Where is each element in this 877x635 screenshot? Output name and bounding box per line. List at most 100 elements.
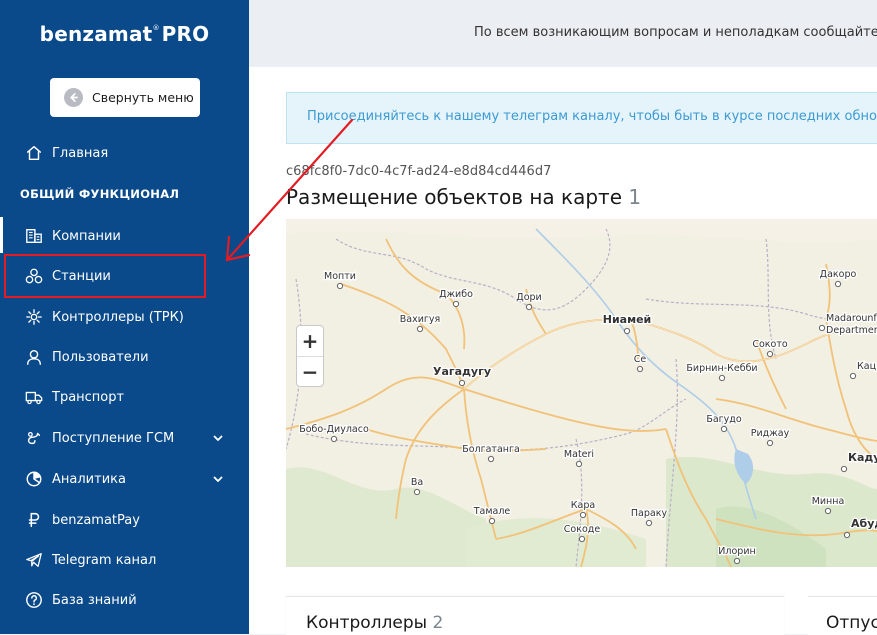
map-place-dot	[818, 324, 826, 332]
map-place-dot	[488, 517, 496, 525]
sidebar-item-label: Пользователи	[52, 349, 149, 365]
map-place-label: Минна	[812, 496, 845, 507]
controllers-title-text: Контроллеры	[306, 613, 428, 633]
map-place-label: Materi	[564, 449, 594, 460]
map-place-dot	[458, 379, 466, 387]
collapse-menu-button[interactable]: Свернуть меню	[50, 78, 200, 117]
sidebar-item-label: Транспорт	[52, 389, 125, 405]
map-place-label: Каду	[848, 451, 877, 464]
map-place-dot	[336, 282, 344, 290]
telegram-icon	[24, 550, 44, 570]
map-place-dot	[718, 374, 726, 382]
dispense-panel-title: Отпус	[826, 613, 877, 633]
logo[interactable]: benzamat® PRO	[0, 22, 249, 46]
map-section-title: Размещение объектов на карте 1	[286, 185, 641, 209]
chevron-down-icon[interactable]	[212, 473, 224, 485]
map-place-label: Madarounfa	[826, 313, 877, 324]
controllers-count: 2	[432, 613, 444, 633]
sidebar-item-benzamatpay[interactable]: benzamatPay	[0, 505, 249, 535]
sidebar-item-label: База знаний	[52, 592, 137, 608]
map-place-label: Кац	[857, 361, 877, 372]
map-place-label: Бирнин-Кебби	[686, 363, 757, 374]
map-place-dot	[849, 372, 857, 380]
map-place-label: Тамале	[473, 506, 511, 517]
map-place-dot	[766, 350, 774, 358]
map-place-label: Уагадугу	[433, 365, 491, 378]
map-section-title-text: Размещение объектов на карте	[286, 185, 623, 209]
sidebar-item-companies[interactable]: Компании	[0, 221, 249, 251]
zoom-out-button[interactable]: −	[297, 357, 323, 387]
station-uuid: c68fc8f0-7dc0-4c7f-ad24-e8d84cd446d7	[286, 164, 552, 179]
map-place-dot	[645, 519, 653, 527]
map-place-label: Параку	[631, 508, 668, 519]
sidebar-item-users[interactable]: Пользователи	[0, 342, 249, 372]
map-place-label: Ниамей	[603, 313, 652, 326]
collapse-menu-label: Свернуть меню	[92, 90, 194, 105]
sidebar-item-knowledge-base[interactable]: База знаний	[0, 585, 249, 615]
telegram-banner-text: Присоединяйтесь к нашему телеграм каналу…	[307, 109, 877, 124]
map-place-label: Сокото	[752, 339, 788, 350]
map-place-dot	[733, 557, 741, 565]
controllers-panel-title: Контроллеры 2	[306, 613, 443, 633]
logo-registered-mark: ®	[152, 24, 160, 32]
sidebar-item-home[interactable]: Главная	[0, 138, 249, 168]
map-labels: Мопти Джибо Дори Вахигуя Ниамей Дакоро Madarou…	[298, 268, 877, 565]
map-place-label: Дори	[516, 292, 541, 303]
map-place-dot	[824, 507, 832, 515]
map-place-dot	[766, 439, 774, 447]
chevron-down-icon[interactable]	[212, 432, 224, 444]
logo-text: benzamat	[39, 22, 153, 46]
ruble-icon	[24, 510, 44, 530]
home-icon	[24, 143, 44, 163]
fuel-icon	[24, 428, 44, 448]
map-place-dot	[840, 465, 848, 473]
map-place-dot	[525, 303, 533, 311]
map-place-dot	[623, 327, 631, 335]
sidebar-item-transport[interactable]: Транспорт	[0, 382, 249, 412]
building-icon	[24, 226, 44, 246]
controller-icon	[24, 307, 44, 327]
map-place-label: Багудо	[706, 414, 742, 425]
sidebar-item-label: Поступление ГСМ	[52, 430, 175, 446]
section-heading: ОБЩИЙ ФУНКЦИОНАЛ	[20, 187, 180, 201]
map-view[interactable]: Мопти Джибо Дори Вахигуя Ниамей Дакоро Madarou…	[286, 219, 877, 567]
arrow-left-icon	[64, 88, 83, 107]
map-place-label: Departmen	[826, 325, 877, 336]
map-place-label: Болгатанга	[462, 444, 520, 455]
sidebar-item-label: benzamatPay	[52, 512, 140, 528]
help-icon	[24, 590, 44, 610]
logo-suffix: PRO	[161, 22, 210, 46]
map-place-label: Мопти	[324, 271, 356, 282]
sidebar-item-label: Компании	[52, 228, 121, 244]
support-notice: По всем возникающим вопросам и неполадка…	[474, 25, 877, 40]
map-place-label: Джибо	[439, 289, 473, 300]
truck-icon	[24, 387, 44, 407]
map-place-label: Кара	[571, 500, 595, 511]
map-place-dot	[330, 435, 338, 443]
map-place-dot	[452, 300, 460, 308]
sidebar-item-telegram[interactable]: Telegram канал	[0, 545, 249, 575]
sidebar-item-analytics[interactable]: Аналитика	[0, 464, 249, 494]
map-place-dot	[636, 365, 644, 373]
map-place-label: Сокоде	[564, 524, 601, 535]
map-place-dot	[575, 460, 583, 468]
zoom-in-button[interactable]: +	[297, 326, 323, 356]
map-place-dot	[413, 488, 421, 496]
map-place-dot	[487, 455, 495, 463]
map-place-label: Бобо-Диуласо	[299, 424, 369, 435]
map-place-label: Дакоро	[820, 269, 857, 280]
map-place-dot	[578, 535, 586, 543]
sidebar-item-label: Telegram канал	[52, 552, 157, 568]
zoom-control: + −	[296, 325, 324, 387]
map-place-label: Абуд	[851, 517, 877, 530]
sidebar-item-label: Аналитика	[52, 471, 126, 487]
map-place-label: Вахигуя	[400, 314, 440, 325]
sidebar-item-fuel-intake[interactable]: Поступление ГСМ	[0, 423, 249, 453]
map-place-dot	[843, 531, 851, 539]
sidebar-item-controllers[interactable]: Контроллеры (ТРК)	[0, 302, 249, 332]
map-section-count: 1	[628, 185, 642, 209]
map-place-dot	[834, 280, 842, 288]
map-place-label: Ва	[411, 477, 423, 488]
sidebar-item-label: Контроллеры (ТРК)	[52, 309, 184, 325]
map-place-dot	[579, 511, 587, 519]
